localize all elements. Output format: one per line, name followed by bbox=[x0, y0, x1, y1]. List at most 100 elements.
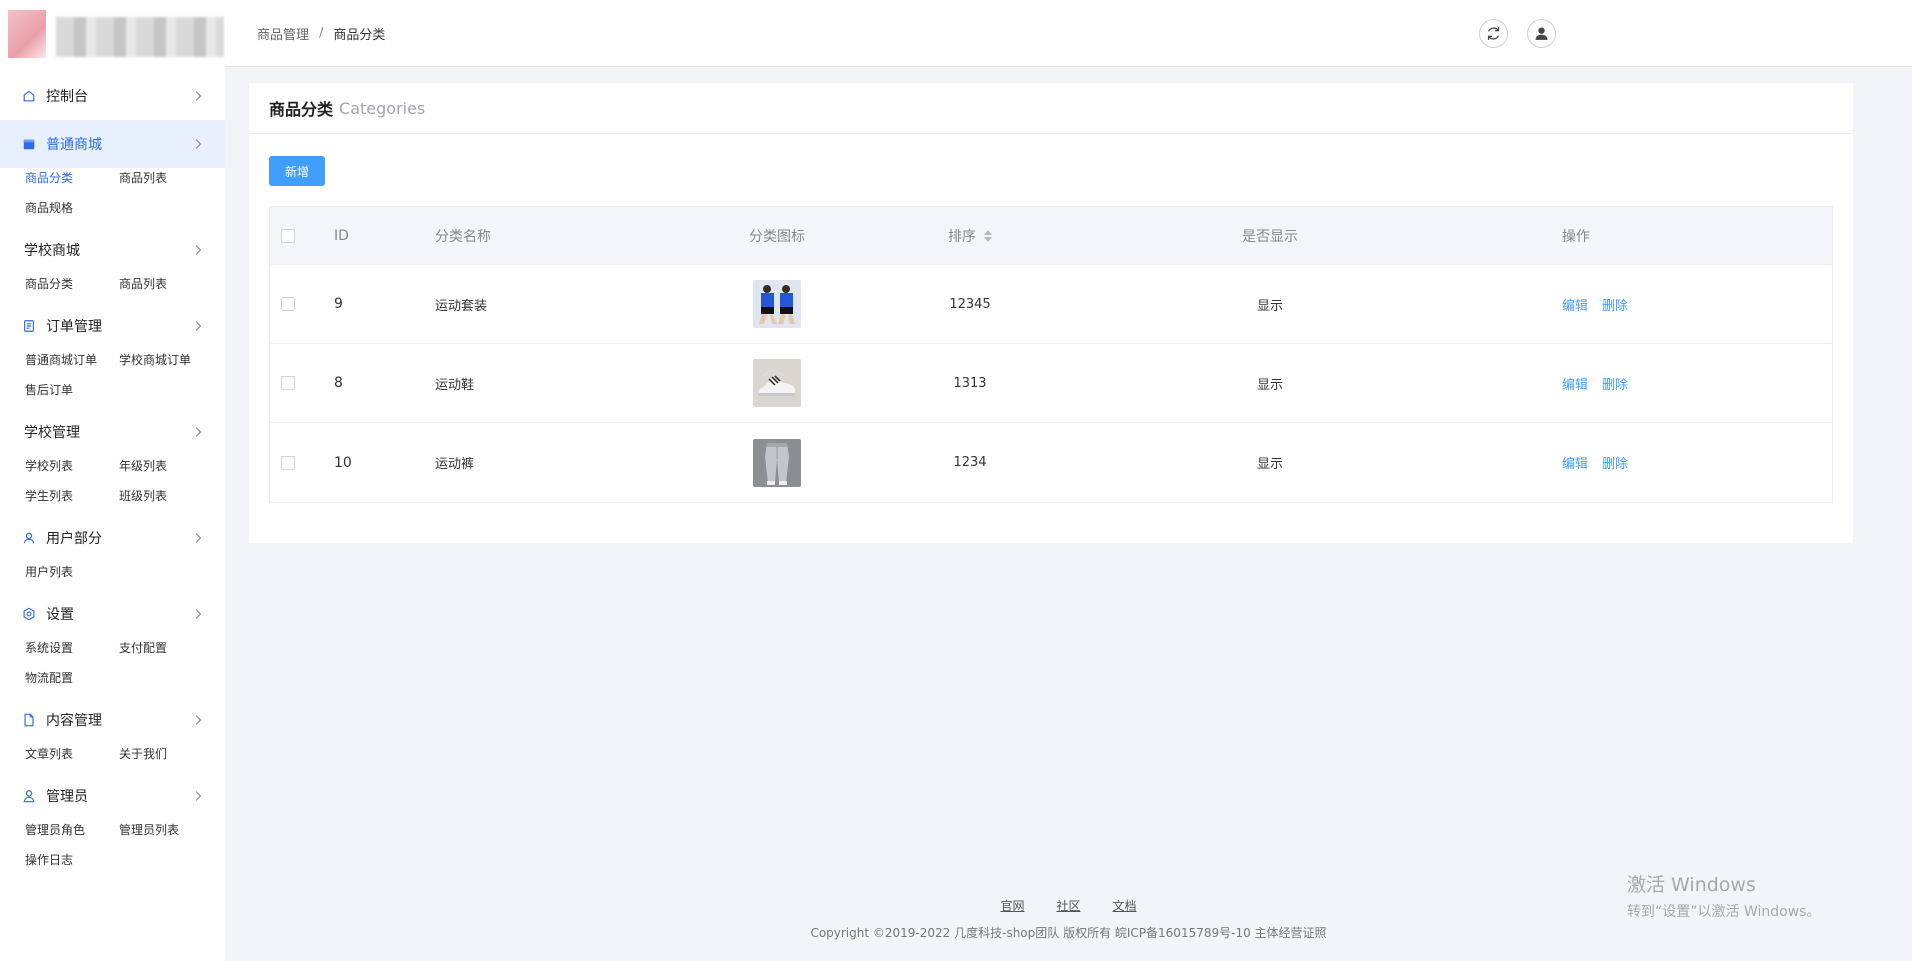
sidebar-subitem[interactable]: 学生列表 bbox=[25, 482, 119, 510]
sidebar-subitem[interactable]: 年级列表 bbox=[119, 452, 213, 480]
column-header-sort[interactable]: 排序 bbox=[920, 207, 1020, 264]
menu-group-header[interactable]: 订单管理 bbox=[0, 302, 225, 350]
delete-link[interactable]: 删除 bbox=[1602, 374, 1628, 393]
menu-group-label: 管理员 bbox=[46, 789, 88, 805]
sidebar-subitem[interactable]: 商品分类 bbox=[25, 270, 119, 298]
cell-operation: 编辑 删除 bbox=[1562, 423, 1642, 502]
sidebar: 控制台 普通商城 商品分类 商品列表 商品规格 学校商城 商品分类 商品列表 订单管理 普通商城订… bbox=[0, 0, 225, 961]
row-checkbox[interactable] bbox=[281, 376, 295, 390]
delete-link[interactable]: 删除 bbox=[1602, 295, 1628, 314]
sidebar-subitem[interactable]: 文章列表 bbox=[25, 740, 119, 768]
footer-link-community[interactable]: 社区 bbox=[1056, 897, 1080, 914]
breadcrumb-separator: / bbox=[319, 26, 324, 41]
add-category-button[interactable]: 新增 bbox=[269, 156, 325, 186]
menu-submenu: 商品分类 商品列表 bbox=[0, 270, 225, 298]
menu-group-header[interactable]: 设置 bbox=[0, 590, 225, 638]
sidebar-subitem[interactable]: 系统设置 bbox=[25, 634, 119, 662]
table-row: 10 运动裤 1234 显示 编辑 删除 bbox=[270, 423, 1832, 502]
column-header-sort-label: 排序 bbox=[948, 228, 976, 245]
table-row: 9 运动套装 12345 显示 编辑 删除 bbox=[270, 265, 1832, 344]
menu-group-label: 普通商城 bbox=[46, 137, 102, 153]
card-header: 商品分类 Categories bbox=[249, 83, 1853, 134]
delete-link[interactable]: 删除 bbox=[1602, 453, 1628, 472]
cell-name: 运动套装 bbox=[435, 298, 488, 314]
menu-group-label: 学校管理 bbox=[24, 425, 80, 441]
watermark-line1: 激活 Windows bbox=[1627, 874, 1756, 896]
menu-group-header[interactable]: 控制台 bbox=[0, 72, 225, 120]
sidebar-subitem[interactable]: 物流配置 bbox=[25, 664, 119, 692]
table-header: ID 分类名称 分类图标 排序 是否显示 操作 bbox=[270, 207, 1832, 265]
sidebar-subitem[interactable]: 商品列表 bbox=[119, 270, 213, 298]
chevron-right-icon bbox=[191, 425, 205, 439]
table-body: 9 运动套装 12345 显示 编辑 删除 8 运动鞋 1313 显示 编辑 删除 10 运动裤 1234 显… bbox=[270, 265, 1832, 502]
column-header-name: 分类名称 bbox=[435, 228, 491, 245]
sidebar-menu: 控制台 普通商城 商品分类 商品列表 商品规格 学校商城 商品分类 商品列表 订单管理 普通商城订… bbox=[0, 72, 225, 878]
chevron-right-icon bbox=[191, 789, 205, 803]
user-avatar-button[interactable] bbox=[1527, 19, 1556, 48]
footer-link-official-site[interactable]: 官网 bbox=[1000, 897, 1024, 914]
sidebar-subitem[interactable]: 学校列表 bbox=[25, 452, 119, 480]
row-checkbox[interactable] bbox=[281, 455, 295, 470]
edit-link[interactable]: 编辑 bbox=[1562, 295, 1588, 314]
footer-link-docs[interactable]: 文档 bbox=[1113, 897, 1137, 914]
cell-name: 运动裤 bbox=[435, 457, 475, 472]
menu-group-header[interactable]: 学校商城 bbox=[0, 226, 225, 274]
edit-link[interactable]: 编辑 bbox=[1562, 453, 1588, 472]
refresh-button[interactable] bbox=[1479, 19, 1508, 48]
windows-activation-watermark: 激活 Windows 转到“设置”以激活 Windows。 bbox=[1627, 870, 1820, 921]
sidebar-subitem[interactable]: 学校商城订单 bbox=[119, 346, 213, 374]
document-icon bbox=[22, 713, 36, 727]
sort-caret-icon[interactable] bbox=[984, 229, 992, 242]
settings-icon bbox=[22, 607, 36, 621]
top-header: 商品管理 / 商品分类 bbox=[225, 0, 1912, 67]
edit-link[interactable]: 编辑 bbox=[1562, 374, 1588, 393]
sidebar-subitem[interactable]: 商品分类 bbox=[25, 164, 119, 192]
sidebar-subitem[interactable]: 商品列表 bbox=[119, 164, 213, 192]
refresh-icon bbox=[1487, 27, 1500, 40]
sidebar-subitem[interactable]: 用户列表 bbox=[25, 558, 119, 586]
sidebar-subitem[interactable]: 操作日志 bbox=[25, 846, 119, 874]
menu-group-header[interactable]: 学校管理 bbox=[0, 408, 225, 456]
cell-show: 显示 bbox=[1256, 377, 1283, 393]
menu-submenu: 文章列表 关于我们 bbox=[0, 740, 225, 768]
breadcrumb-item-product-management[interactable]: 商品管理 bbox=[257, 24, 309, 43]
menu-group-label: 内容管理 bbox=[46, 713, 102, 729]
category-table: ID 分类名称 分类图标 排序 是否显示 操作 9 运动套装 12345 显示 编辑 删除… bbox=[269, 206, 1833, 503]
home-icon bbox=[22, 89, 36, 103]
menu-group-header[interactable]: 用户部分 bbox=[0, 514, 225, 562]
page-title: 商品分类 bbox=[269, 100, 334, 119]
menu-group-1: 普通商城商品分类 商品列表 商品规格 bbox=[0, 120, 225, 222]
menu-group-header[interactable]: 普通商城 bbox=[0, 120, 225, 168]
sidebar-subitem[interactable]: 支付配置 bbox=[119, 634, 213, 662]
row-checkbox[interactable] bbox=[281, 297, 295, 311]
menu-submenu: 商品分类 商品列表 商品规格 bbox=[0, 164, 225, 222]
menu-group-7: 内容管理文章列表 关于我们 bbox=[0, 696, 225, 768]
menu-group-8: 管理员管理员角色 管理员列表 操作日志 bbox=[0, 772, 225, 874]
page-subtitle: Categories bbox=[339, 98, 426, 118]
sidebar-subitem[interactable]: 商品规格 bbox=[25, 194, 119, 222]
sidebar-subitem[interactable]: 售后订单 bbox=[25, 376, 119, 404]
menu-group-6: 设置 系统设置 支付配置 物流配置 bbox=[0, 590, 225, 692]
sidebar-subitem[interactable]: 普通商城订单 bbox=[25, 346, 119, 374]
cell-sort: 12345 bbox=[949, 296, 991, 312]
logo-mark bbox=[8, 10, 46, 58]
menu-submenu: 普通商城订单 学校商城订单 售后订单 bbox=[0, 346, 225, 404]
menu-group-label: 学校商城 bbox=[24, 243, 80, 259]
cell-operation: 编辑 删除 bbox=[1562, 265, 1642, 343]
cell-sort: 1313 bbox=[953, 375, 987, 391]
menu-group-2: 学校商城商品分类 商品列表 bbox=[0, 226, 225, 298]
breadcrumb-item-current: 商品分类 bbox=[333, 28, 386, 43]
sidebar-subitem[interactable]: 管理员角色 bbox=[25, 816, 119, 844]
copyright-text: Copyright ©2019-2022 几度科技-shop团队 版权所有 皖I… bbox=[810, 926, 1327, 940]
menu-group-header[interactable]: 管理员 bbox=[0, 772, 225, 820]
menu-submenu: 系统设置 支付配置 物流配置 bbox=[0, 634, 225, 692]
sidebar-subitem[interactable]: 班级列表 bbox=[119, 482, 213, 510]
sidebar-subitem[interactable]: 关于我们 bbox=[119, 740, 213, 768]
select-all-checkbox[interactable] bbox=[281, 228, 295, 243]
menu-group-header[interactable]: 内容管理 bbox=[0, 696, 225, 744]
menu-group-3: 订单管理 普通商城订单 学校商城订单 售后订单 bbox=[0, 302, 225, 404]
breadcrumb: 商品管理 / 商品分类 bbox=[257, 24, 385, 43]
cell-name: 运动鞋 bbox=[435, 377, 475, 393]
sidebar-subitem[interactable]: 管理员列表 bbox=[119, 816, 213, 844]
menu-group-4: 学校管理学校列表 年级列表 学生列表 班级列表 bbox=[0, 408, 225, 510]
